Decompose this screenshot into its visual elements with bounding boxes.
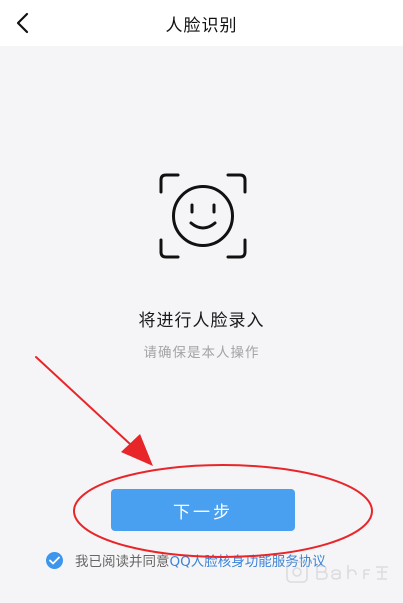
navbar: 人脸识别 xyxy=(0,0,403,46)
next-step-button[interactable]: 下一步 xyxy=(111,489,295,531)
prompt-subtitle: 请确保是本人操作 xyxy=(143,345,260,361)
prompt-title: 将进行人脸录入 xyxy=(138,311,265,331)
face-recognition-screen: 人脸识别 将进行人脸录入 请确保是本人操作 下一步 我已阅读并同意 QQ人脸核身功… xyxy=(0,0,403,603)
annotation-arrow-head xyxy=(121,434,153,466)
checkmark-icon[interactable] xyxy=(46,551,63,569)
annotation-arrow-shaft xyxy=(35,356,144,457)
face-scan-icon xyxy=(159,173,247,259)
agreement-row[interactable]: 我已阅读并同意 QQ人脸核身功能服务协议 xyxy=(46,550,326,570)
agreement-link[interactable]: QQ人脸核身功能服务协议 xyxy=(170,550,326,570)
agreement-prefix: 我已阅读并同意 xyxy=(75,554,170,570)
page-title: 人脸识别 xyxy=(165,15,238,36)
